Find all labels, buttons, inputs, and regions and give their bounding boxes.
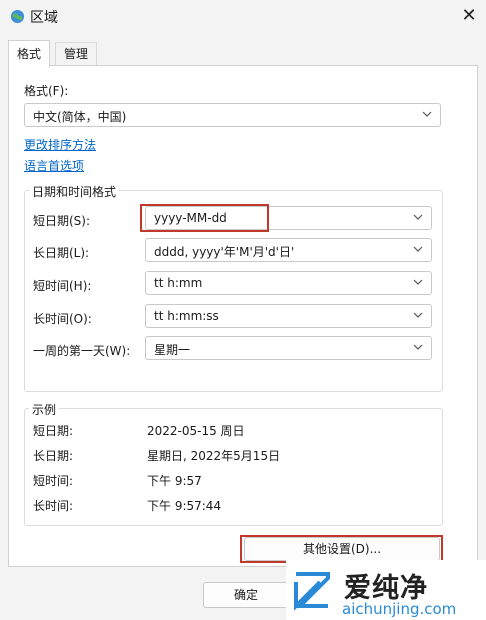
- chevron-down-icon: [413, 214, 423, 220]
- example-short-time-value: 下午 9:57: [147, 474, 202, 488]
- chevron-down-icon: [422, 111, 432, 117]
- window-title: 区域: [30, 10, 58, 26]
- language-preferences-link[interactable]: 语言首选项: [24, 157, 84, 174]
- format-select[interactable]: 中文(简体，中国): [24, 103, 441, 127]
- short-date-label: 短日期(S):: [33, 214, 91, 228]
- long-date-label: 长日期(L):: [33, 246, 90, 260]
- example-short-date-value: 2022-05-15 周日: [147, 424, 245, 438]
- short-time-select[interactable]: tt h:mm: [145, 271, 432, 295]
- brand-logo-icon: [294, 572, 330, 611]
- close-button[interactable]: ✕: [456, 4, 482, 28]
- short-time-label: 短时间(H):: [33, 279, 92, 293]
- chevron-down-icon: [413, 344, 423, 350]
- change-sort-link[interactable]: 更改排序方法: [24, 136, 96, 153]
- chevron-down-icon: [413, 312, 423, 318]
- tab-format[interactable]: 格式: [8, 40, 51, 67]
- highlight-box: [140, 204, 269, 232]
- example-long-date-value: 星期日, 2022年5月15日: [147, 449, 281, 463]
- long-time-label: 长时间(O):: [33, 312, 92, 326]
- title-bar: [0, 0, 486, 32]
- format-select-value: 中文(简体，中国): [33, 110, 127, 124]
- long-date-value: dddd, yyyy'年'M'月'd'日': [154, 245, 295, 259]
- long-time-value: tt h:mm:ss: [154, 309, 219, 323]
- close-icon: ✕: [461, 5, 477, 26]
- ok-button[interactable]: 确定: [203, 582, 289, 608]
- short-time-value: tt h:mm: [154, 276, 203, 290]
- example-long-time-label: 长时间:: [33, 499, 74, 513]
- long-time-select[interactable]: tt h:mm:ss: [145, 304, 432, 328]
- first-day-value: 星期一: [154, 343, 191, 357]
- format-label: 格式(F):: [24, 84, 69, 98]
- example-short-date-label: 短日期:: [33, 424, 74, 438]
- example-long-time-value: 下午 9:57:44: [147, 499, 222, 513]
- chevron-down-icon: [413, 279, 423, 285]
- first-day-label: 一周的第一天(W):: [33, 344, 131, 358]
- examples-group-title: 示例: [29, 401, 60, 418]
- tab-manage[interactable]: 管理: [55, 42, 98, 65]
- first-day-select[interactable]: 星期一: [145, 336, 432, 360]
- highlight-box: [240, 535, 443, 563]
- watermark-logo: 爱纯净 aichunjing.com: [286, 560, 486, 620]
- watermark-url-text: aichunjing.com: [342, 600, 457, 618]
- chevron-down-icon: [413, 246, 423, 252]
- globe-icon: [10, 9, 25, 24]
- example-long-date-label: 长日期:: [33, 449, 74, 463]
- datetime-group-title: 日期和时间格式: [29, 183, 120, 200]
- long-date-select[interactable]: dddd, yyyy'年'M'月'd'日': [145, 238, 432, 262]
- example-short-time-label: 短时间:: [33, 474, 74, 488]
